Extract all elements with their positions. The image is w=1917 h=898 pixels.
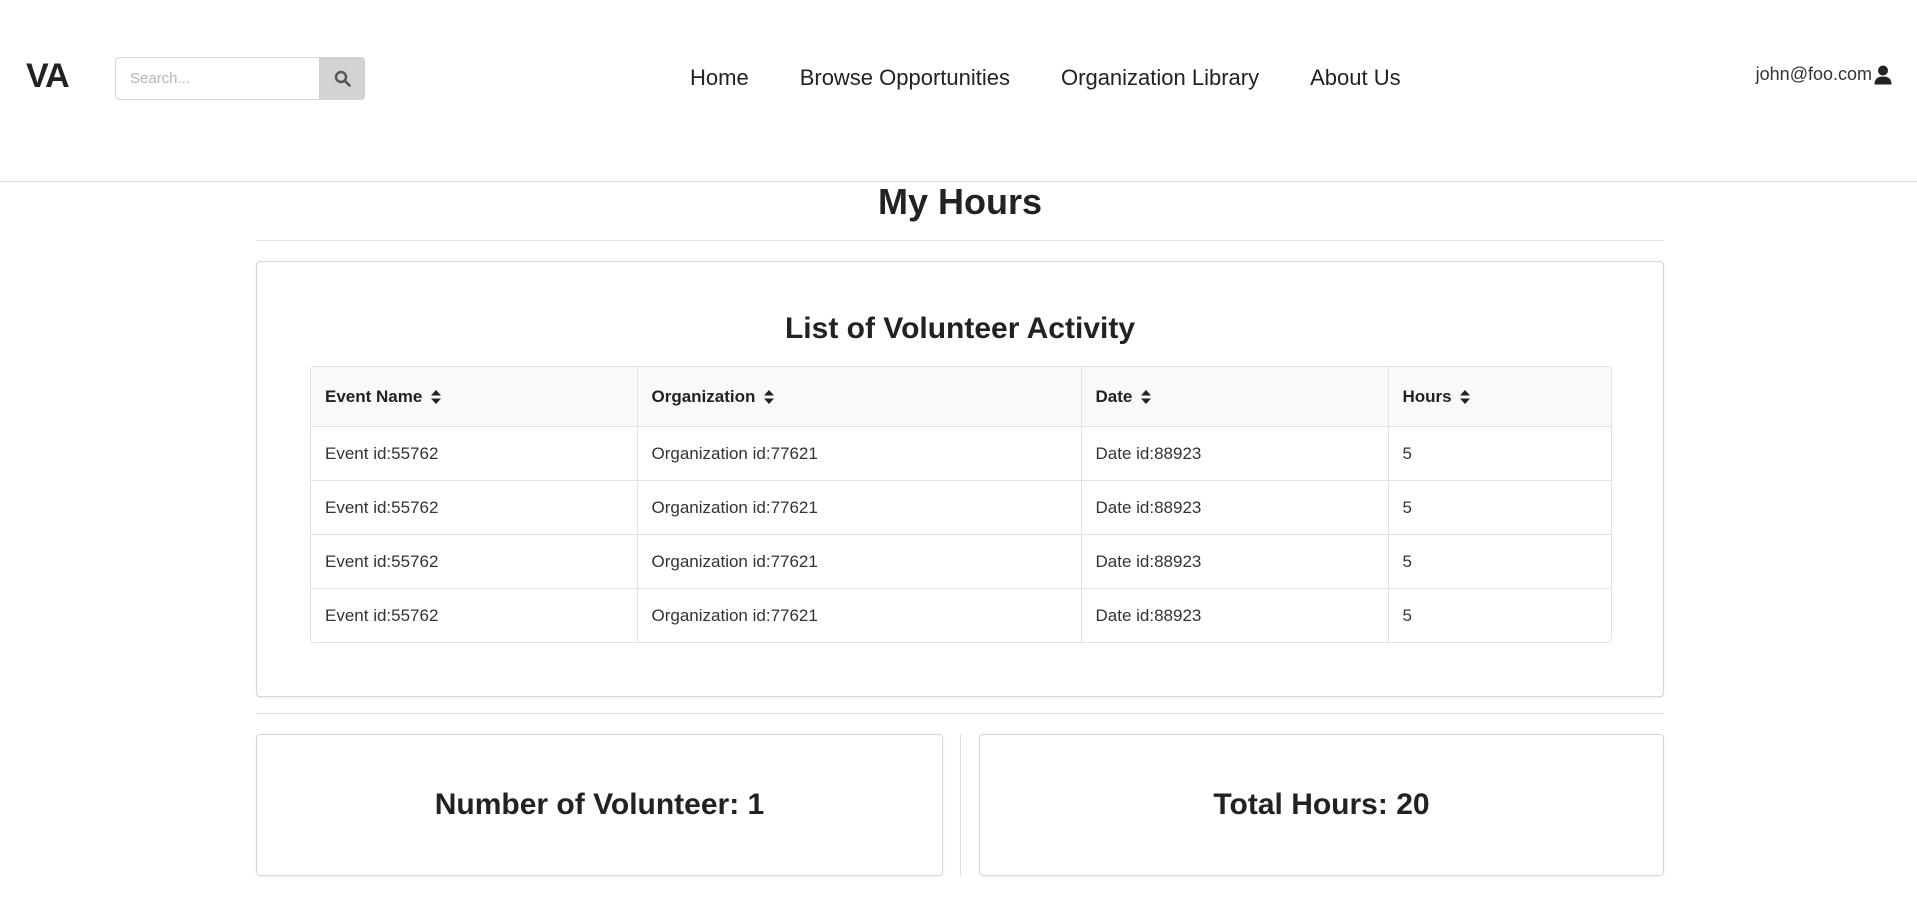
cell-date: Date id:88923	[1081, 588, 1389, 642]
sort-icon	[431, 390, 442, 405]
column-label: Hours	[1402, 386, 1452, 406]
page-title: My Hours	[256, 178, 1664, 241]
volunteer-count: Number of Volunteer: 1	[434, 788, 765, 821]
total-hours: Total Hours: 20	[1213, 788, 1430, 821]
total-hours-card: Total Hours: 20	[979, 734, 1664, 876]
table-row: Event id:55762 Organization id:77621 Dat…	[311, 534, 1611, 589]
cell-organization: Organization id:77621	[637, 426, 1082, 481]
nav-organization-library[interactable]: Organization Library	[1061, 65, 1259, 91]
cell-date: Date id:88923	[1081, 534, 1389, 589]
user-menu[interactable]: john@foo.com	[1756, 64, 1892, 85]
column-label: Date	[1095, 386, 1133, 406]
column-header-event-name[interactable]: Event Name	[311, 367, 638, 427]
main-nav: Home Browse Opportunities Organization L…	[690, 60, 1401, 96]
sort-icon	[1460, 390, 1471, 405]
top-navbar: VA Home Browse Opportunities Organizatio…	[0, 0, 1917, 182]
table-row: Event id:55762 Organization id:77621 Dat…	[311, 588, 1611, 642]
user-email: john@foo.com	[1755, 64, 1872, 84]
cell-organization: Organization id:77621	[637, 588, 1082, 642]
column-label: Event Name	[325, 386, 423, 406]
cell-hours: 5	[1388, 426, 1611, 481]
column-header-hours[interactable]: Hours	[1388, 367, 1611, 427]
table-row: Event id:55762 Organization id:77621 Dat…	[311, 480, 1611, 535]
cell-date: Date id:88923	[1081, 426, 1389, 481]
cell-organization: Organization id:77621	[637, 480, 1082, 535]
table-row: Event id:55762 Organization id:77621 Dat…	[311, 426, 1611, 481]
activity-title: List of Volunteer Activity	[784, 312, 1136, 345]
section-divider	[256, 713, 1664, 714]
search-form	[115, 57, 365, 100]
volunteer-count-card: Number of Volunteer: 1	[256, 734, 943, 876]
search-icon	[334, 70, 351, 87]
search-input[interactable]	[115, 57, 319, 100]
column-header-organization[interactable]: Organization	[637, 367, 1082, 427]
logo[interactable]: VA	[26, 57, 70, 96]
user-icon	[1874, 65, 1892, 84]
cell-hours: 5	[1388, 534, 1611, 589]
nav-about-us[interactable]: About Us	[1310, 65, 1401, 91]
stat-separator	[960, 734, 961, 876]
column-label: Organization	[651, 386, 756, 406]
cell-event-name: Event id:55762	[311, 534, 638, 589]
nav-browse-opportunities[interactable]: Browse Opportunities	[800, 65, 1010, 91]
cell-organization: Organization id:77621	[637, 534, 1082, 589]
cell-event-name: Event id:55762	[311, 426, 638, 481]
cell-date: Date id:88923	[1081, 480, 1389, 535]
cell-event-name: Event id:55762	[311, 588, 638, 642]
sort-icon	[1141, 390, 1152, 405]
activity-table: Event Name Organization Date Hours Event…	[310, 366, 1612, 643]
sort-icon	[764, 390, 775, 405]
table-header-row: Event Name Organization Date Hours	[311, 367, 1611, 427]
search-button[interactable]	[319, 57, 365, 100]
nav-home[interactable]: Home	[690, 65, 749, 91]
activity-card: List of Volunteer Activity Event Name Or…	[256, 261, 1664, 697]
cell-hours: 5	[1388, 480, 1611, 535]
column-header-date[interactable]: Date	[1081, 367, 1389, 427]
cell-event-name: Event id:55762	[311, 480, 638, 535]
cell-hours: 5	[1402, 605, 1412, 625]
